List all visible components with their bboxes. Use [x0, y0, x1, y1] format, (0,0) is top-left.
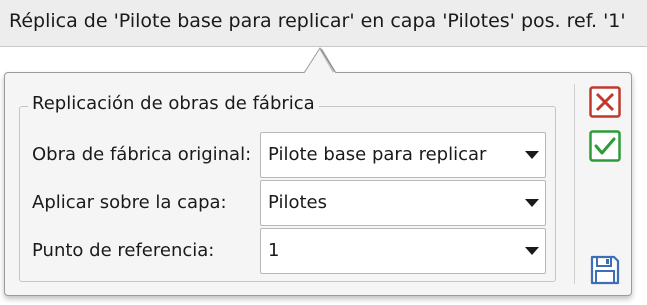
layer-select[interactable]: Pilotes — [260, 180, 546, 226]
callout-arrow — [303, 47, 337, 74]
reference-point-select[interactable]: 1 — [260, 228, 546, 274]
actions-divider — [574, 84, 575, 284]
chevron-down-icon[interactable] — [519, 133, 545, 177]
chevron-down-icon[interactable] — [519, 181, 545, 225]
chevron-down-icon[interactable] — [519, 229, 545, 273]
header-title: Réplica de 'Pilote base para replicar' e… — [9, 10, 626, 32]
reference-point-value: 1 — [268, 240, 280, 261]
header-bar: Réplica de 'Pilote base para replicar' e… — [0, 0, 647, 47]
reference-point-label: Punto de referencia: — [32, 240, 215, 261]
group-legend: Replicación de obras de fábrica — [28, 93, 319, 114]
layer-label: Aplicar sobre la capa: — [32, 192, 227, 213]
cancel-button[interactable] — [589, 86, 621, 118]
original-work-select[interactable]: Pilote base para replicar — [260, 132, 546, 178]
save-button[interactable] — [589, 254, 621, 286]
original-work-label: Obra de fábrica original: — [32, 144, 252, 165]
check-icon — [589, 130, 621, 162]
layer-value: Pilotes — [268, 192, 327, 213]
save-icon — [590, 255, 620, 285]
accept-button[interactable] — [589, 130, 621, 162]
original-work-value: Pilote base para replicar — [268, 144, 487, 165]
close-icon — [589, 86, 621, 118]
